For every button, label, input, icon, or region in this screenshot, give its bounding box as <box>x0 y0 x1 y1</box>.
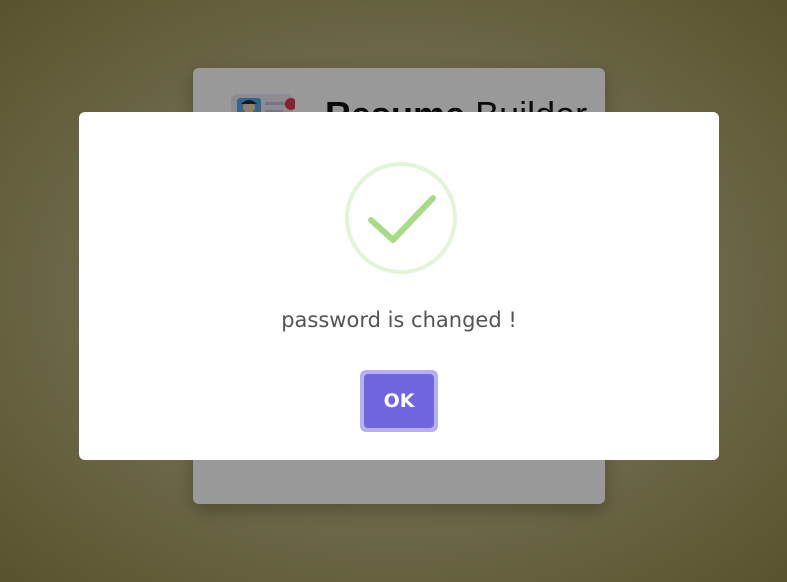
success-icon-ring <box>345 162 457 274</box>
dialog-message: password is changed ! <box>281 308 517 332</box>
ok-button[interactable]: OK <box>364 374 434 428</box>
alert-dialog: password is changed ! OK <box>79 112 719 460</box>
ok-button-focus-ring: OK <box>360 370 438 432</box>
success-check-icon <box>368 195 436 243</box>
